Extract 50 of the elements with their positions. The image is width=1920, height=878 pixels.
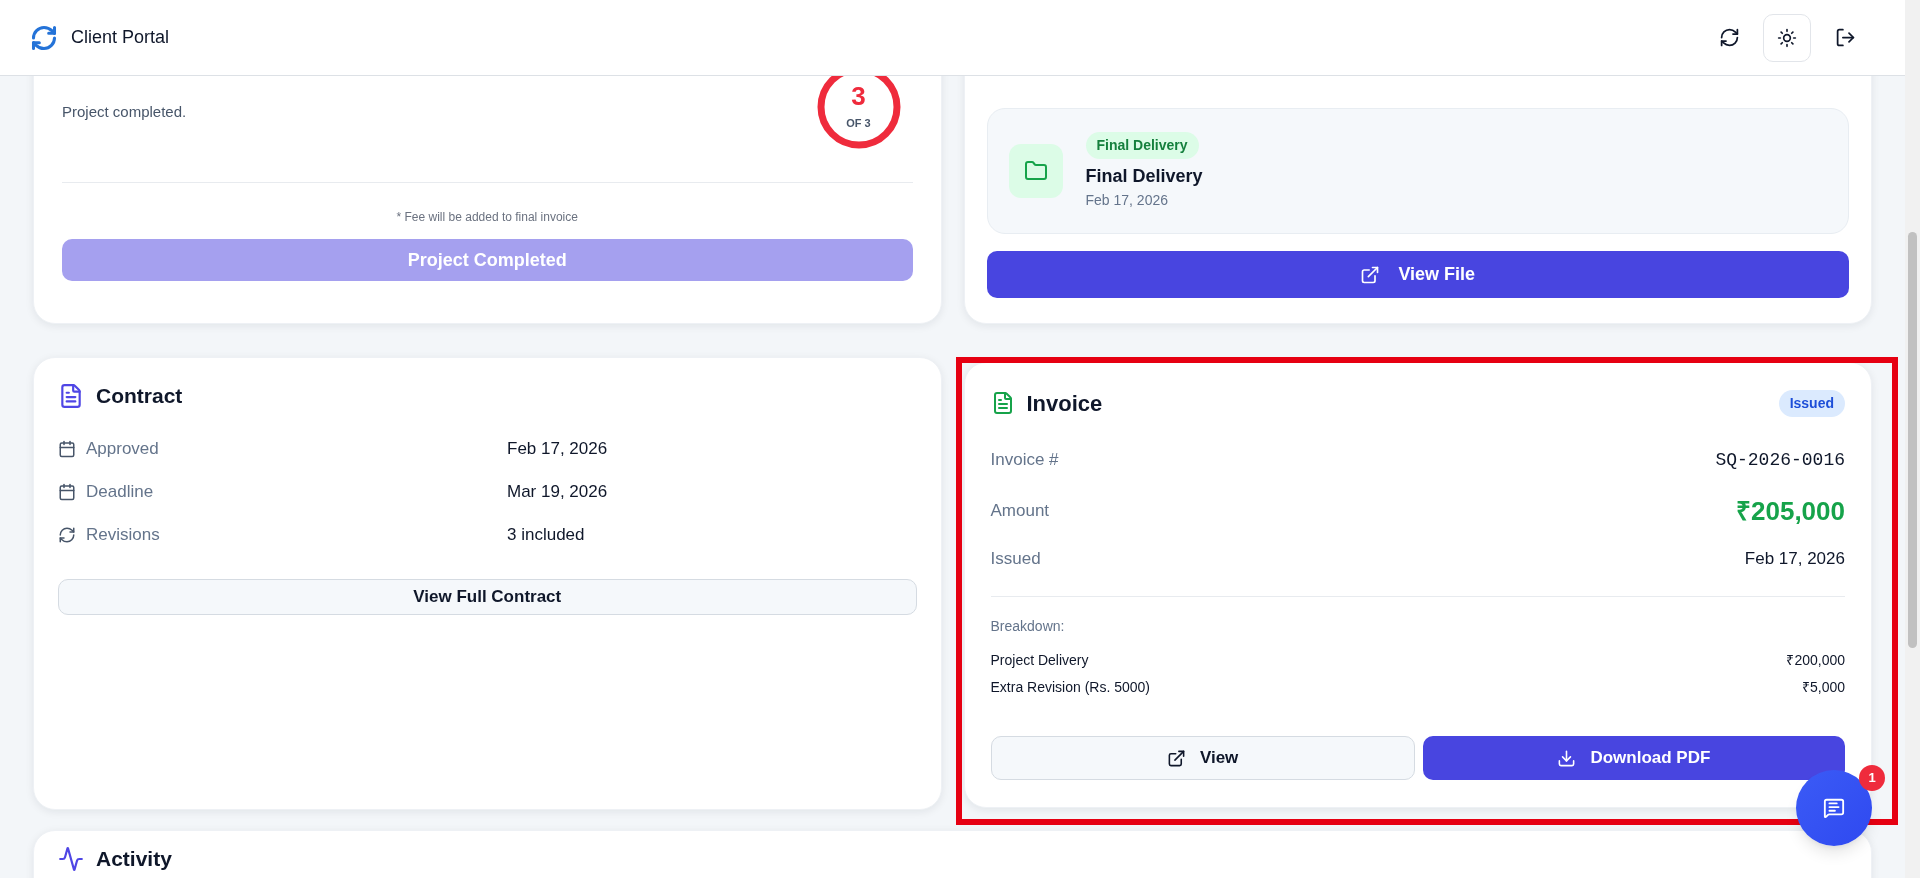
fee-note: * Fee will be added to final invoice	[395, 209, 579, 226]
activity-icon	[58, 846, 84, 872]
file-badge: Final Delivery	[1085, 131, 1199, 159]
file-date: Feb 17, 2026	[1085, 190, 1168, 210]
status-text: Project completed.	[62, 102, 187, 122]
line-amount: ₹5,000	[1801, 677, 1845, 697]
view-file-button[interactable]: View File	[986, 251, 1849, 298]
field-label: Amount	[990, 500, 1050, 523]
card-title: Invoice	[1026, 389, 1103, 418]
app-title: Client Portal	[71, 26, 170, 49]
theme-toggle-button[interactable]	[1763, 13, 1811, 62]
field-label: Approved	[86, 438, 159, 460]
view-contract-button[interactable]: View Full Contract	[58, 579, 917, 615]
field-value: 3 included	[507, 524, 586, 546]
view-button[interactable]: View	[990, 736, 1415, 780]
card-title: Contract	[96, 383, 183, 410]
field-value: Feb 17, 2026	[507, 438, 609, 460]
download-icon	[1557, 748, 1577, 768]
field-label: Invoice #	[990, 449, 1059, 472]
line-amount: ₹200,000	[1786, 650, 1845, 670]
field-label: Issued	[990, 548, 1041, 571]
document-icon	[58, 383, 84, 409]
sun-icon	[1777, 27, 1797, 48]
revision-total: OF 3	[846, 115, 871, 131]
logo-icon	[30, 23, 58, 52]
logout-icon	[1834, 27, 1856, 48]
breakdown-label: Breakdown:	[990, 617, 1066, 636]
field-label: Revisions	[86, 524, 160, 546]
invoice-amount: ₹205,000	[1736, 494, 1845, 528]
line-item: Extra Revision (Rs. 5000)	[990, 677, 1150, 697]
invoice-number: SQ-2026-0016	[1715, 448, 1845, 472]
unread-badge: 1	[1859, 765, 1885, 791]
field-label: Deadline	[86, 481, 154, 503]
card-title: Activity	[96, 846, 172, 873]
line-item: Project Delivery	[990, 650, 1089, 670]
external-link-icon	[1166, 748, 1186, 768]
calendar-icon	[58, 439, 76, 458]
status-badge: Issued	[1778, 389, 1845, 417]
external-link-icon	[1360, 264, 1381, 285]
revision-count: 3	[851, 82, 866, 109]
message-icon	[1823, 797, 1845, 819]
folder-icon	[1008, 144, 1063, 198]
download-pdf-button[interactable]: Download PDF	[1422, 736, 1845, 780]
calendar-icon	[58, 482, 76, 501]
scrollbar[interactable]	[1905, 0, 1920, 878]
refresh-icon	[58, 525, 76, 544]
field-value: Mar 19, 2026	[507, 481, 609, 503]
issued-date: Feb 17, 2026	[1744, 548, 1845, 571]
file-title: Final Delivery	[1085, 164, 1203, 188]
refresh-icon	[1718, 27, 1740, 48]
